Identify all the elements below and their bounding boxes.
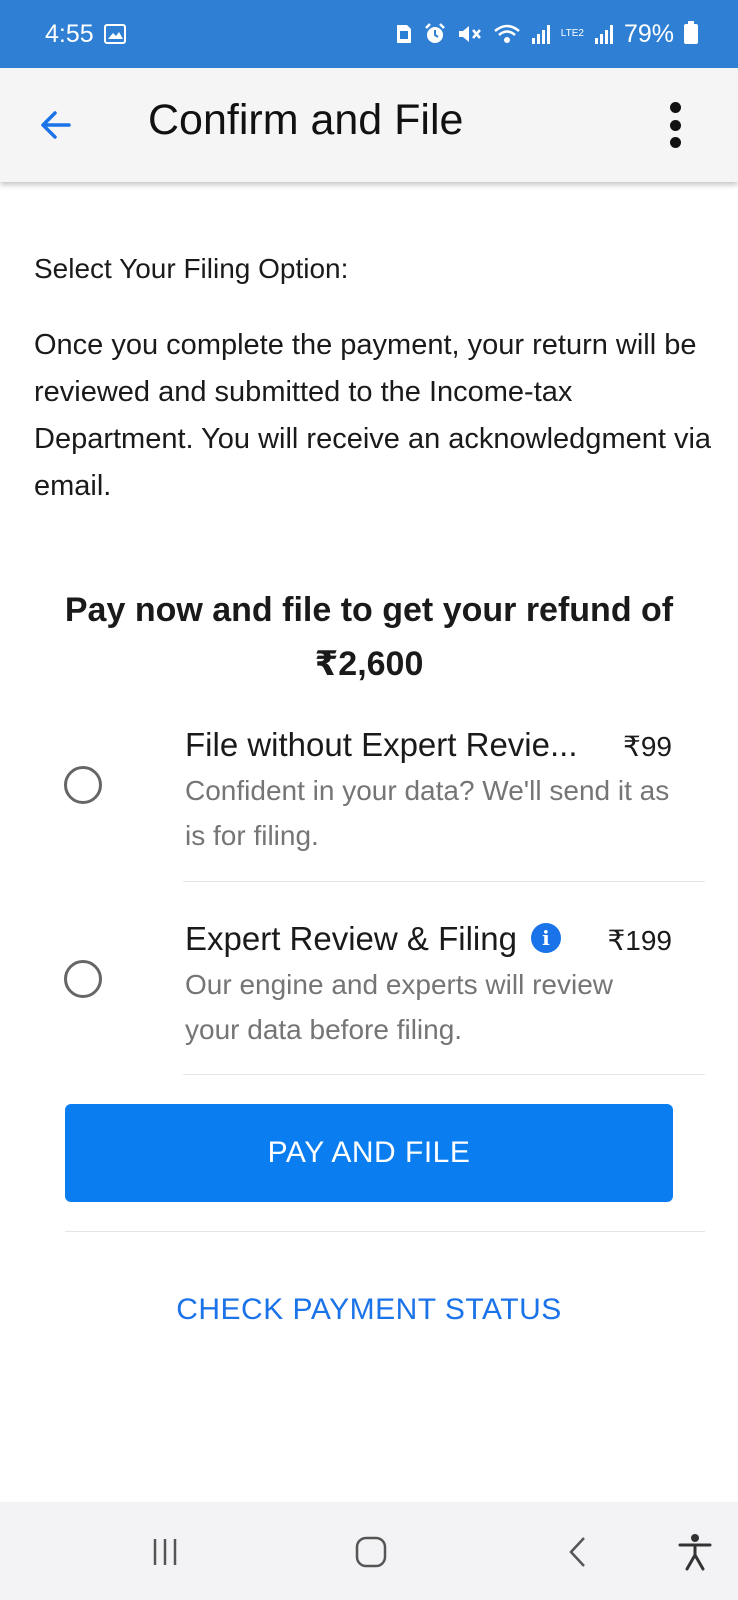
refund-message: Pay now and file to get your refund of ₹… [40,583,698,691]
system-nav-bar [0,1502,738,1600]
signal-2-icon [594,23,614,45]
option-price: ₹199 [607,925,672,956]
more-options-button[interactable] [650,96,700,154]
more-dot [669,119,681,131]
divider [183,881,705,882]
back-icon [569,1537,585,1567]
arrow-left-icon [41,111,71,139]
home-button[interactable] [351,1532,391,1572]
sim-icon [395,23,413,45]
option-price: ₹99 [623,731,672,762]
radio-button[interactable] [64,960,102,998]
accessibility-icon [678,1534,712,1571]
option-file-without-review[interactable]: File without Expert Revie... ₹99 Confide… [0,700,738,892]
page-title: Confirm and File [148,96,464,144]
refund-message-line: Pay now and file to get your refund of [64,591,674,629]
more-vertical-icon [669,102,681,113]
info-icon[interactable]: i [530,923,561,954]
alarm-icon [423,22,447,46]
option-description: Our engine and experts will review your … [185,969,613,1045]
mute-icon [457,23,483,45]
recents-button[interactable] [145,1532,185,1572]
gallery-icon [103,24,126,44]
recents-icon [153,1539,177,1565]
accessibility-button[interactable] [675,1532,715,1572]
option-title: Expert Review & Filing [185,920,517,957]
nav-back-button[interactable] [558,1532,598,1572]
divider [65,1231,705,1232]
pay-and-file-button[interactable]: PAY AND FILE [65,1104,673,1202]
option-expert-review[interactable]: Expert Review & Filing i ₹199 Our engine … [0,893,738,1085]
filing-info-text: Once you complete the payment, your retu… [34,329,712,502]
status-time: 4:55 [45,19,94,48]
radio-button[interactable] [64,766,102,804]
home-icon [355,1536,387,1568]
battery-icon [684,21,698,44]
battery-percent: 79% [623,19,674,48]
refund-amount: ₹2,600 [314,645,424,683]
option-title: File without Expert Revie... [185,726,578,763]
status-bar: 4:55 LTE2 79% [0,0,738,68]
signal-icon [531,23,551,45]
more-dot [669,137,681,148]
wifi-icon [493,23,521,45]
option-description: Confident in your data? We'll send it as… [185,775,670,851]
lte-label: LTE2 [560,28,584,39]
filing-option-label: Select Your Filing Option: [34,253,349,284]
back-button[interactable] [30,100,80,150]
check-payment-status-button[interactable]: CHECK PAYMENT STATUS [0,1293,738,1327]
option-title-wrap: Expert Review & Filing i [185,920,561,958]
app-bar: Confirm and File [0,68,738,182]
divider [183,1074,705,1075]
